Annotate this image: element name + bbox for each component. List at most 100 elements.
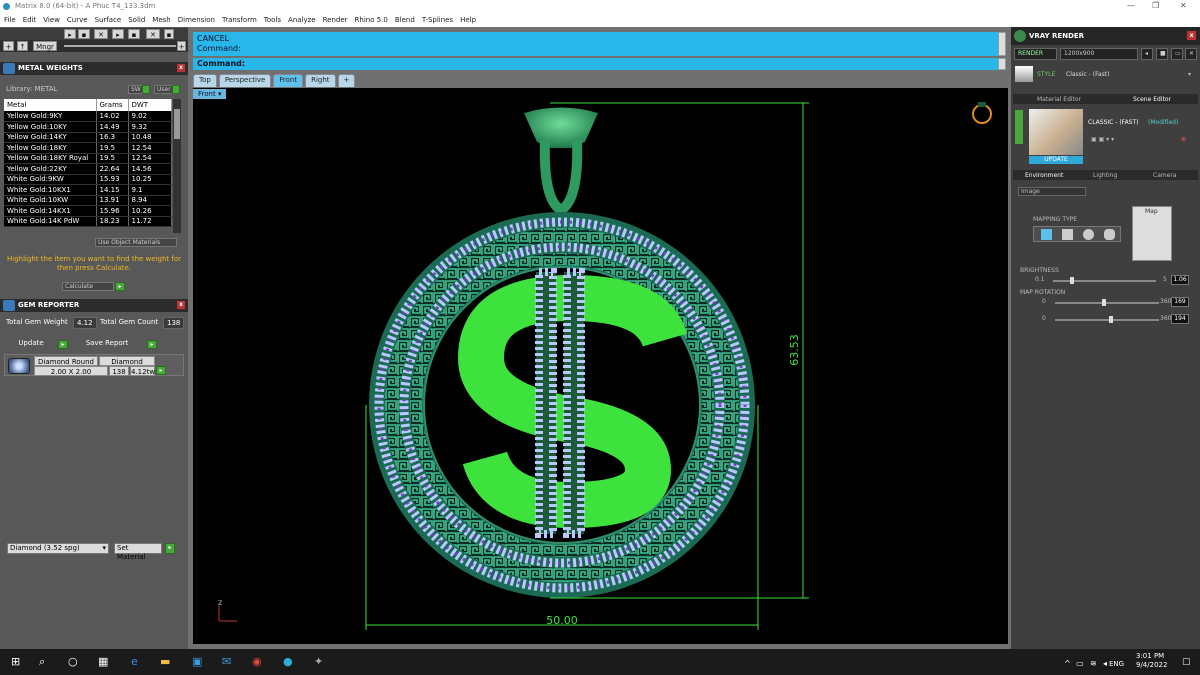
col-grams[interactable]: Grams: [96, 99, 129, 111]
up-arrow-icon[interactable]: ↑: [17, 41, 28, 51]
tab-front[interactable]: Front: [273, 74, 304, 87]
command-input-scrollbar[interactable]: [998, 58, 1006, 70]
col-metal[interactable]: Metal: [4, 99, 97, 111]
use-object-materials-button[interactable]: Use Object Materials: [95, 238, 177, 247]
preset-strip[interactable]: [1015, 110, 1023, 144]
brightness-slider[interactable]: [1053, 277, 1156, 284]
table-row[interactable]: White Gold:9KW 15.93 10.25: [4, 174, 172, 185]
language-indicator[interactable]: ENG: [1109, 657, 1124, 671]
tab-material-editor[interactable]: Material Editor: [1037, 96, 1081, 103]
table-row[interactable]: White Gold:14KX1 15.96 10.26: [4, 205, 172, 217]
file-explorer-icon[interactable]: ▬: [160, 655, 170, 669]
menu-blend[interactable]: Blend: [395, 16, 415, 24]
mngr-button[interactable]: Mngr: [33, 41, 57, 51]
stop-icon[interactable]: ■: [1156, 48, 1168, 60]
user-toggle[interactable]: [172, 85, 180, 94]
material-select[interactable]: Diamond (3.52 spg) ▾: [7, 543, 109, 554]
windows-start-icon[interactable]: ⊞: [11, 655, 20, 669]
render-button[interactable]: RENDER: [1014, 48, 1057, 60]
menu-view[interactable]: View: [43, 16, 60, 24]
task-view-icon[interactable]: ○: [68, 655, 78, 669]
minimize-button[interactable]: —: [1127, 1, 1135, 10]
preset-tools[interactable]: ▣ ▣ ▾ ▾: [1091, 136, 1114, 143]
table-row[interactable]: Yellow Gold:10KY 14.49 9.32: [4, 121, 172, 133]
toolbar-btn-1[interactable]: ▸: [64, 29, 76, 39]
tab-lighting[interactable]: Lighting: [1093, 172, 1117, 179]
calculate-button[interactable]: Calculate: [62, 282, 114, 291]
menu-solid[interactable]: Solid: [128, 16, 145, 24]
gem-list-item[interactable]: Diamond Round Diamond 2.00 X 2.00 138 4.…: [4, 354, 184, 376]
menu-help[interactable]: Help: [460, 16, 476, 24]
table-row[interactable]: White Gold:10KW 13.91 8.94: [4, 195, 172, 206]
menu-transform[interactable]: Transform: [222, 16, 257, 24]
slider-knob[interactable]: [1102, 299, 1106, 306]
tab-camera[interactable]: Camera: [1153, 172, 1177, 179]
menu-file[interactable]: File: [4, 16, 16, 24]
metal-table-scrollbar[interactable]: [173, 99, 181, 233]
menu-rhino[interactable]: Rhino 5.0: [355, 16, 388, 24]
table-row[interactable]: Yellow Gold:18KY 19.5 12.54: [4, 142, 172, 154]
command-scrollbar[interactable]: [998, 32, 1006, 56]
tray-wifi-icon[interactable]: ≋: [1090, 657, 1097, 671]
rotation2-value[interactable]: 194: [1171, 314, 1189, 324]
rotation1-slider[interactable]: [1055, 299, 1159, 306]
mapping-plane-icon[interactable]: [1041, 229, 1052, 240]
slider-knob[interactable]: [1070, 277, 1074, 284]
table-row[interactable]: White Gold:10KX1 14.15 9.1: [4, 184, 172, 196]
menu-surface[interactable]: Surface: [95, 16, 122, 24]
app-icon-blue[interactable]: ●: [283, 655, 293, 669]
rotation2-slider[interactable]: [1055, 316, 1159, 323]
table-row[interactable]: Yellow Gold:22KY 22.64 14.56: [4, 163, 172, 175]
update-button[interactable]: Update: [5, 340, 57, 350]
update-button[interactable]: UPDATE: [1029, 156, 1083, 164]
menu-edit[interactable]: Edit: [23, 16, 37, 24]
tab-add[interactable]: +: [337, 74, 356, 87]
tab-scene-editor[interactable]: Scene Editor: [1133, 96, 1171, 103]
tab-perspective[interactable]: Perspective: [218, 74, 272, 87]
close-icon[interactable]: x: [177, 64, 185, 72]
toolbar-slider[interactable]: [64, 45, 176, 47]
menu-curve[interactable]: Curve: [67, 16, 88, 24]
search-icon[interactable]: ⌕: [39, 655, 45, 669]
matrix-icon[interactable]: ✦: [314, 655, 323, 669]
scrollbar-thumb[interactable]: [174, 109, 180, 139]
mapping-sphere-icon[interactable]: [1083, 229, 1094, 240]
prev-icon[interactable]: ◂: [1141, 48, 1153, 60]
update-go-icon[interactable]: ▸: [58, 340, 68, 349]
close-button[interactable]: ✕: [1180, 1, 1187, 10]
menu-tsplines[interactable]: T-Splines: [422, 16, 453, 24]
save-report-button[interactable]: Save Report: [76, 340, 138, 350]
set-material-go-icon[interactable]: ▸: [165, 543, 175, 554]
tab-right[interactable]: Right: [305, 74, 336, 87]
env-type-select[interactable]: Image: [1018, 187, 1086, 196]
chrome-icon[interactable]: ◉: [252, 655, 262, 669]
viewport-front[interactable]: 50.00 63.53 Z: [193, 100, 1008, 644]
rotation1-value[interactable]: 169: [1171, 297, 1189, 307]
slider-knob[interactable]: [1109, 316, 1113, 323]
save-report-go-icon[interactable]: ▸: [147, 340, 157, 349]
col-dwt[interactable]: DWT: [128, 99, 172, 111]
close-icon[interactable]: x: [1187, 31, 1196, 40]
mail-icon[interactable]: ✉: [222, 655, 231, 669]
menu-render[interactable]: Render: [323, 16, 348, 24]
table-row[interactable]: White Gold:14K PdW 18.23 11.72: [4, 216, 172, 227]
sw-toggle[interactable]: [142, 85, 150, 94]
menu-mesh[interactable]: Mesh: [152, 16, 170, 24]
window-icon[interactable]: ▭: [1171, 48, 1183, 60]
tray-chevron-icon[interactable]: ^: [1064, 657, 1071, 671]
table-row[interactable]: Yellow Gold:9KY 14.02 9.02: [4, 111, 172, 122]
close-icon[interactable]: ✕: [1185, 48, 1197, 60]
toolbar-btn-5[interactable]: ▪: [164, 29, 174, 39]
menu-analyze[interactable]: Analyze: [288, 16, 316, 24]
table-row[interactable]: Yellow Gold:18KY Royal 19.5 12.54: [4, 153, 172, 164]
table-row[interactable]: Yellow Gold:14KY 16.3 10.48: [4, 132, 172, 143]
resolution-field[interactable]: 1200x900: [1060, 48, 1138, 60]
map-preview[interactable]: Map: [1132, 206, 1172, 261]
mapping-cube-icon[interactable]: [1062, 229, 1073, 240]
gem-go-icon[interactable]: ▸: [156, 366, 166, 375]
tray-volume-icon[interactable]: ◂: [1103, 657, 1107, 671]
user-button[interactable]: User: [154, 85, 174, 94]
delete-icon[interactable]: ⊗: [1181, 136, 1186, 143]
close-icon[interactable]: x: [177, 301, 185, 309]
toolbar-btn-close[interactable]: ✕: [94, 29, 108, 39]
